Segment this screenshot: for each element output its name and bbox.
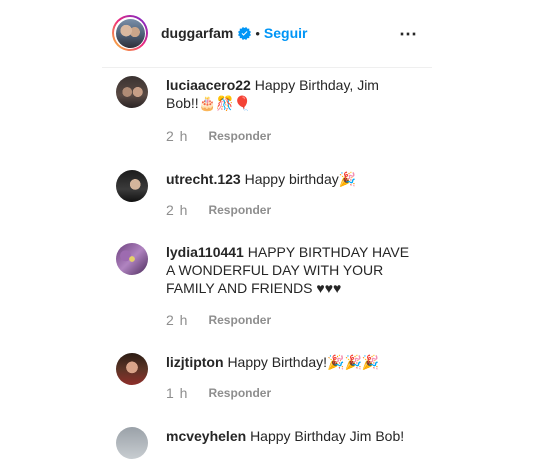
- comment-body: mcveyhelen Happy Birthday Jim Bob!: [166, 427, 426, 445]
- commenter-avatar[interactable]: [116, 243, 148, 275]
- comment-body: luciaacero22 Happy Birthday, Jim Bob!!🎂🎊…: [166, 76, 391, 112]
- comment-username[interactable]: lizjtipton: [166, 354, 224, 370]
- comment-text: Happy Birthday!🎉🎉🎉: [227, 354, 380, 370]
- owner-avatar-frame: [114, 17, 146, 49]
- reply-button[interactable]: Responder: [208, 386, 271, 400]
- comment-username[interactable]: utrecht.123: [166, 171, 241, 187]
- follow-button[interactable]: Seguir: [264, 25, 308, 41]
- comment-username[interactable]: mcveyhelen: [166, 428, 246, 444]
- comment-text: Happy birthday🎉: [244, 171, 357, 187]
- commenter-avatar[interactable]: [116, 170, 148, 202]
- comment-meta: 2 h Responder: [166, 128, 271, 144]
- comment-time[interactable]: 2 h: [166, 312, 188, 328]
- reply-button[interactable]: Responder: [208, 129, 271, 143]
- header-divider: [102, 67, 432, 68]
- comment-time[interactable]: 2 h: [166, 128, 188, 144]
- comment-meta: 1 h Responder: [166, 385, 271, 401]
- more-options-icon[interactable]: ⋯: [399, 24, 418, 45]
- commenter-avatar[interactable]: [116, 353, 148, 385]
- post-header: duggarfam • Seguir ⋯: [112, 14, 432, 52]
- reply-button[interactable]: Responder: [208, 203, 271, 217]
- verified-badge-icon: [238, 26, 252, 40]
- comment-username[interactable]: lydia110441: [166, 244, 244, 260]
- owner-avatar[interactable]: [112, 15, 148, 51]
- comment-body: lydia110441 HAPPY BIRTHDAY HAVE A WONDER…: [166, 243, 411, 297]
- reply-button[interactable]: Responder: [208, 313, 271, 327]
- comment-username[interactable]: luciaacero22: [166, 77, 251, 93]
- comment-body: utrecht.123 Happy birthday🎉: [166, 170, 426, 188]
- commenter-avatar[interactable]: [116, 76, 148, 108]
- comment-text: Happy Birthday Jim Bob!: [250, 428, 405, 444]
- owner-username[interactable]: duggarfam: [161, 25, 233, 41]
- header-separator: •: [255, 25, 260, 41]
- comment-body: lizjtipton Happy Birthday!🎉🎉🎉: [166, 353, 426, 371]
- commenter-avatar[interactable]: [116, 427, 148, 459]
- comment-time[interactable]: 2 h: [166, 202, 188, 218]
- owner-avatar-photo: [115, 18, 145, 48]
- comment-meta: 2 h Responder: [166, 312, 271, 328]
- comment-meta: 2 h Responder: [166, 202, 271, 218]
- comment-time[interactable]: 1 h: [166, 385, 188, 401]
